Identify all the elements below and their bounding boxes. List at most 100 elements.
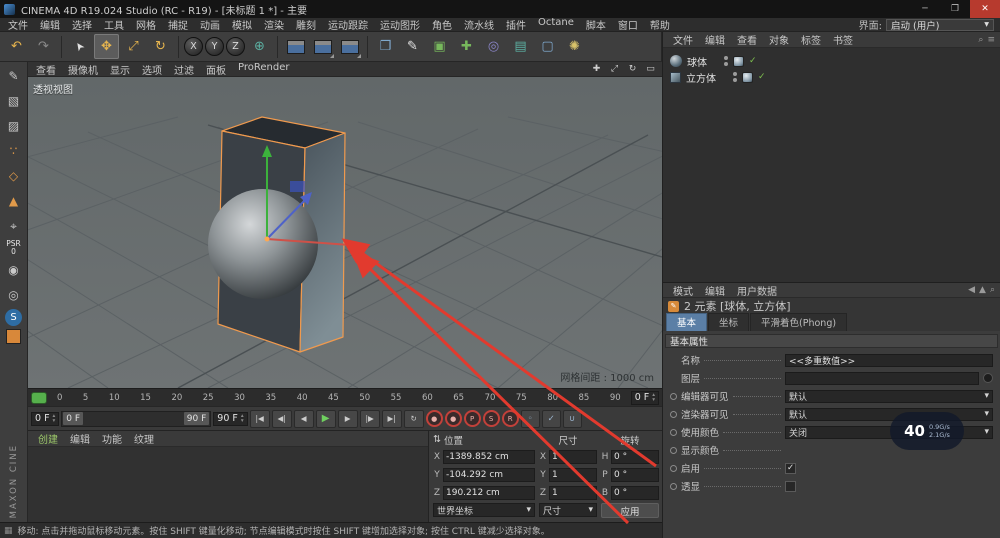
apply-button[interactable]: 应用 [601, 503, 659, 518]
edges-mode-icon[interactable]: ◇ [2, 165, 25, 187]
scale-tool[interactable]: ⤢ [121, 34, 146, 59]
tab-coordinates[interactable]: 坐标 [708, 313, 749, 331]
coordinate-system-select[interactable]: 世界坐标▾ [433, 503, 535, 517]
coordinate-system-button[interactable]: ⊕ [247, 34, 272, 59]
menu-item[interactable]: 雕刻 [290, 17, 322, 32]
add-primitive-button[interactable]: ❒ [373, 34, 398, 59]
material-menu-item[interactable]: 纹理 [128, 431, 160, 446]
visibility-dots[interactable] [733, 72, 737, 82]
viewport-menu-item[interactable]: 过滤 [168, 62, 200, 77]
object-manager-menu-item[interactable]: 编辑 [699, 32, 731, 47]
rotation-h-field[interactable]: 0 ° [611, 450, 659, 464]
object-manager-menu-item[interactable]: 文件 [667, 32, 699, 47]
xray-checkbox[interactable] [785, 481, 796, 492]
phong-tag-icon[interactable] [733, 56, 744, 67]
size-y-field[interactable]: 1 [549, 468, 597, 482]
viewport-menu-item[interactable]: 摄像机 [62, 62, 104, 77]
modeling-objects-button[interactable]: ✚ [454, 34, 479, 59]
interface-select[interactable]: 启动 (用户) ▾ [886, 19, 994, 31]
play-button[interactable]: ▶ [316, 410, 336, 428]
autokey-button[interactable]: ● [445, 410, 462, 427]
animation-toggle-icon[interactable] [670, 429, 677, 436]
tab-basic[interactable]: 基本 [666, 313, 707, 331]
make-editable-icon[interactable]: ✎ [2, 65, 25, 87]
texture-mode-icon[interactable]: ▨ [2, 115, 25, 137]
object-manager-menu-item[interactable]: 对象 [763, 32, 795, 47]
move-tool[interactable]: ✥ [94, 34, 119, 59]
editor-visible-select[interactable]: 默认▾ [785, 390, 993, 403]
object-manager-menu-item[interactable]: 查看 [731, 32, 763, 47]
render-picture-viewer-button[interactable] [310, 34, 335, 59]
next-frame-button[interactable]: ▶ [338, 410, 358, 428]
menu-item[interactable]: 工具 [98, 17, 130, 32]
viewport-menu-item[interactable]: 查看 [30, 62, 62, 77]
environment-floor-button[interactable]: ▤ [508, 34, 533, 59]
timeline-ruler[interactable]: 051015202530354045505560657075808590 0 F… [28, 388, 662, 406]
menu-item[interactable]: 流水线 [458, 17, 500, 32]
animation-toggle-icon[interactable] [670, 411, 677, 418]
spinner-icon[interactable]: ▴▾ [652, 393, 655, 402]
light-button[interactable]: ✺ [562, 34, 587, 59]
tab-phong[interactable]: 平滑着色(Phong) [750, 313, 847, 331]
previous-frame-button[interactable]: ◀ [294, 410, 314, 428]
layer-browser-button[interactable] [983, 373, 993, 383]
check-tag-icon[interactable]: ✓ [749, 56, 757, 66]
menu-item[interactable]: 帮助 [644, 17, 676, 32]
size-x-field[interactable]: 1 [549, 450, 597, 464]
menu-item[interactable]: 编辑 [34, 17, 66, 32]
minimize-button[interactable]: ─ [910, 0, 940, 18]
rotation-b-field[interactable]: 0 ° [611, 486, 659, 500]
range-end-handle[interactable]: 90 F [184, 412, 210, 425]
record-scale-toggle[interactable]: S [483, 410, 500, 427]
spinner-icon[interactable]: ▴▾ [241, 414, 244, 423]
list-icon[interactable]: ≡ [987, 35, 995, 45]
basic-properties-header[interactable]: 基本属性 [665, 334, 998, 348]
menu-item[interactable]: 网格 [130, 17, 162, 32]
frame-range-slider[interactable]: 0 F 90 F [61, 411, 211, 427]
menu-item[interactable]: 渲染 [258, 17, 290, 32]
enable-axis-icon[interactable]: ⌖ [2, 215, 25, 237]
redo-button[interactable]: ↷ [31, 34, 56, 59]
size-z-field[interactable]: 1 [549, 486, 597, 500]
subdivision-surface-button[interactable]: ▣ [427, 34, 452, 59]
enabled-checkbox[interactable]: ✓ [785, 463, 796, 474]
object-manager-menu-item[interactable]: 书签 [827, 32, 859, 47]
object-manager-menu-item[interactable]: 标签 [795, 32, 827, 47]
visibility-dots[interactable] [724, 56, 728, 66]
current-frame-marker[interactable] [31, 392, 47, 404]
deformer-button[interactable]: ◎ [481, 34, 506, 59]
animation-toggle-icon[interactable] [670, 483, 677, 490]
next-key-button[interactable]: |▶ [360, 410, 380, 428]
menu-item[interactable]: 窗口 [612, 17, 644, 32]
previous-key-button[interactable]: ◀| [272, 410, 292, 428]
y-axis-lock-button[interactable]: Y [205, 37, 224, 56]
viewport-menu-item[interactable]: ProRender [232, 62, 295, 77]
menu-item[interactable]: 捕捉 [162, 17, 194, 32]
record-keyframe-button[interactable]: ● [426, 410, 443, 427]
object-row-sphere[interactable]: 球体 ✓ [663, 53, 1000, 69]
x-axis-lock-button[interactable]: X [184, 37, 203, 56]
rotate-view-icon[interactable]: ↻ [625, 63, 640, 75]
record-rotation-toggle[interactable]: R [502, 410, 519, 427]
material-menu-item[interactable]: 功能 [96, 431, 128, 446]
up-icon[interactable]: ▲ [979, 285, 986, 295]
menu-item[interactable]: 脚本 [580, 17, 612, 32]
render-view-button[interactable] [283, 34, 308, 59]
add-spline-button[interactable]: ✎ [400, 34, 425, 59]
menu-item[interactable]: 模拟 [226, 17, 258, 32]
record-position-toggle[interactable]: P [464, 410, 481, 427]
material-menu-item[interactable]: 编辑 [64, 431, 96, 446]
animation-toggle-icon[interactable] [670, 447, 677, 454]
undo-button[interactable]: ↶ [4, 34, 29, 59]
range-start-handle[interactable]: 0 F [63, 412, 83, 425]
back-icon[interactable]: ◀ [968, 285, 975, 295]
zoom-view-icon[interactable]: ⤢ [607, 63, 622, 75]
animation-toggle-icon[interactable] [670, 393, 677, 400]
menu-item[interactable]: 动画 [194, 17, 226, 32]
object-row-cube[interactable]: 立方体 ✓ [663, 69, 1000, 85]
points-mode-icon[interactable]: ∵ [2, 140, 25, 162]
position-x-field[interactable]: -1389.852 cm [443, 450, 535, 464]
sphere-object[interactable] [208, 189, 318, 299]
attribute-menu-item[interactable]: 编辑 [699, 283, 731, 298]
viewport-menu-item[interactable]: 面板 [200, 62, 232, 77]
